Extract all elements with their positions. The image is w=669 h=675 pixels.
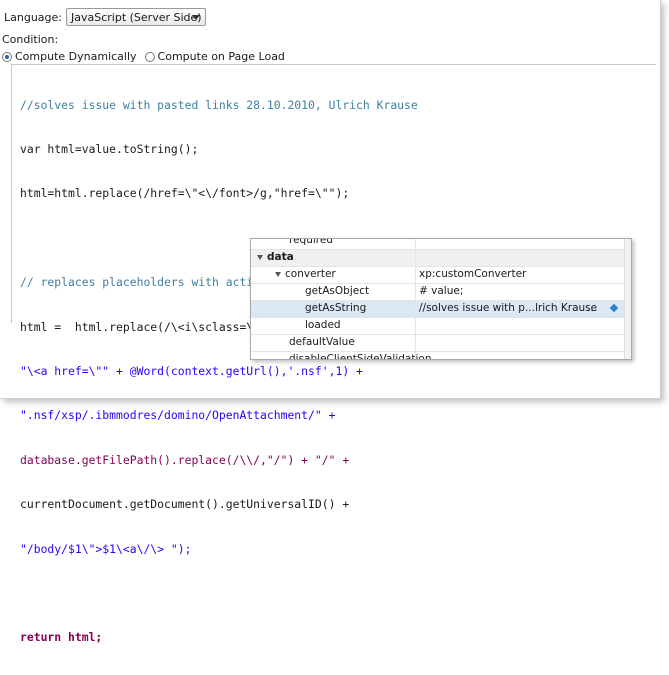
radio-label: Compute on Page Load [157,50,285,63]
property-row-getasobject[interactable]: getAsObject # value; [251,284,631,301]
radio-label: Compute Dynamically [15,50,137,63]
property-row-getasstring[interactable]: getAsString //solves issue with p...lric… [251,301,631,318]
property-row-defaultvalue[interactable]: defaultValue [251,335,631,352]
column-divider [415,267,416,283]
language-row: Language: JavaScript (Server Side) [4,8,206,26]
property-row-converter[interactable]: converter xp:customConverter [251,267,631,284]
code-line: database.getFilePath().replace(/\\/,"/")… [20,452,350,467]
property-row-loaded[interactable]: loaded [251,318,631,335]
property-row-disableclientsidevalidation[interactable]: disableClientSideValidation [251,352,631,360]
code-line: //solves issue with pasted links 28.10.2… [20,97,418,112]
code-line: "\<a href=\"" + @Word(context.getUrl(),'… [20,363,363,378]
radio-compute-on-page-load[interactable]: Compute on Page Load [144,50,285,63]
property-category-data[interactable]: data [251,250,631,267]
property-value[interactable]: # value; [419,285,463,297]
condition-radio-group: Compute Dynamically Compute on Page Load [2,50,293,63]
condition-label: Condition: [2,33,59,46]
column-divider [415,239,416,249]
column-divider [415,335,416,351]
code-line: "/body/$1\">$1\<a\/\> "); [20,541,192,556]
code-line: ".nsf/xsp/.ibmmodres/domino/OpenAttachme… [20,408,336,423]
computed-diamond-icon[interactable] [609,303,619,313]
property-category-label: data [257,251,294,263]
radio-checked-icon [2,51,12,62]
column-divider [415,250,416,266]
property-name: disableClientSideValidation [289,353,432,360]
chevron-down-icon [192,15,200,20]
code-line: return html; [20,630,103,645]
property-row-required[interactable]: required [251,238,631,250]
property-name: defaultValue [289,336,355,348]
property-value[interactable]: xp:customConverter [419,268,526,280]
edit-ellipsis-button[interactable]: ... [587,302,597,314]
code-area[interactable]: //solves issue with pasted links 28.10.2… [20,68,603,675]
editor-dialog: Language: JavaScript (Server Side) Condi… [0,0,661,644]
radio-unchecked-icon [144,51,155,62]
radio-compute-dynamically[interactable]: Compute Dynamically [2,50,137,63]
vertical-scrollbar[interactable] [624,239,631,359]
property-value[interactable]: //solves issue with p...lrich Krause [419,302,597,314]
code-line: currentDocument.getDocument().getUnivers… [20,497,350,512]
language-select-value: JavaScript (Server Side) [71,10,202,24]
property-name-text: converter [285,268,336,280]
category-name: data [267,251,294,263]
property-name: required [289,238,333,246]
code-line: var html=value.toString(); [20,141,199,156]
column-divider [415,352,416,359]
column-divider [415,284,416,300]
language-select[interactable]: JavaScript (Server Side) [66,8,206,26]
property-name: getAsObject [305,285,370,297]
column-divider [415,318,416,334]
language-label: Language: [4,10,62,24]
property-name: converter [275,268,336,280]
properties-panel: required data converter xp:customConvert… [250,238,632,360]
property-name: loaded [305,319,341,331]
code-line: html=html.replace(/href=\"<\/font>/g,"hr… [20,186,350,201]
expand-triangle-icon [257,254,263,260]
column-divider [415,301,416,317]
property-name: getAsString [305,302,367,314]
expand-triangle-icon [275,271,281,277]
